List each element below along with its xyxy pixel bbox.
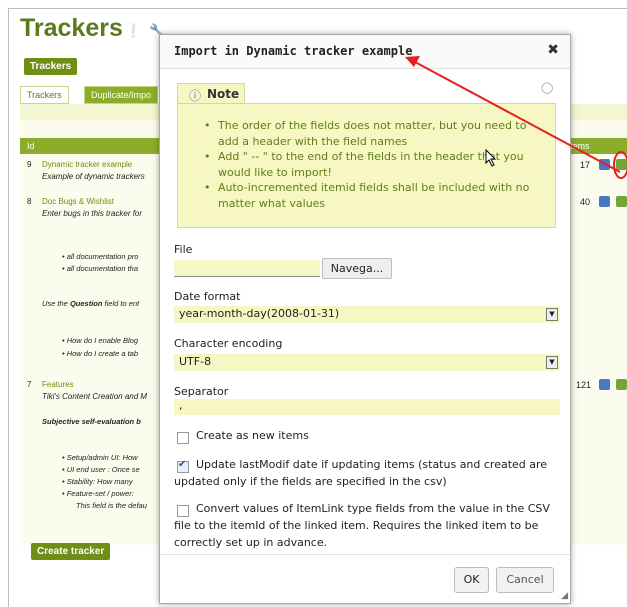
annotation-arrow-head	[405, 56, 420, 67]
mouse-cursor-icon	[485, 148, 497, 167]
annotation-circle	[613, 151, 627, 179]
annotation-arrow-line	[414, 61, 621, 173]
annotation-overlay	[405, 56, 627, 179]
